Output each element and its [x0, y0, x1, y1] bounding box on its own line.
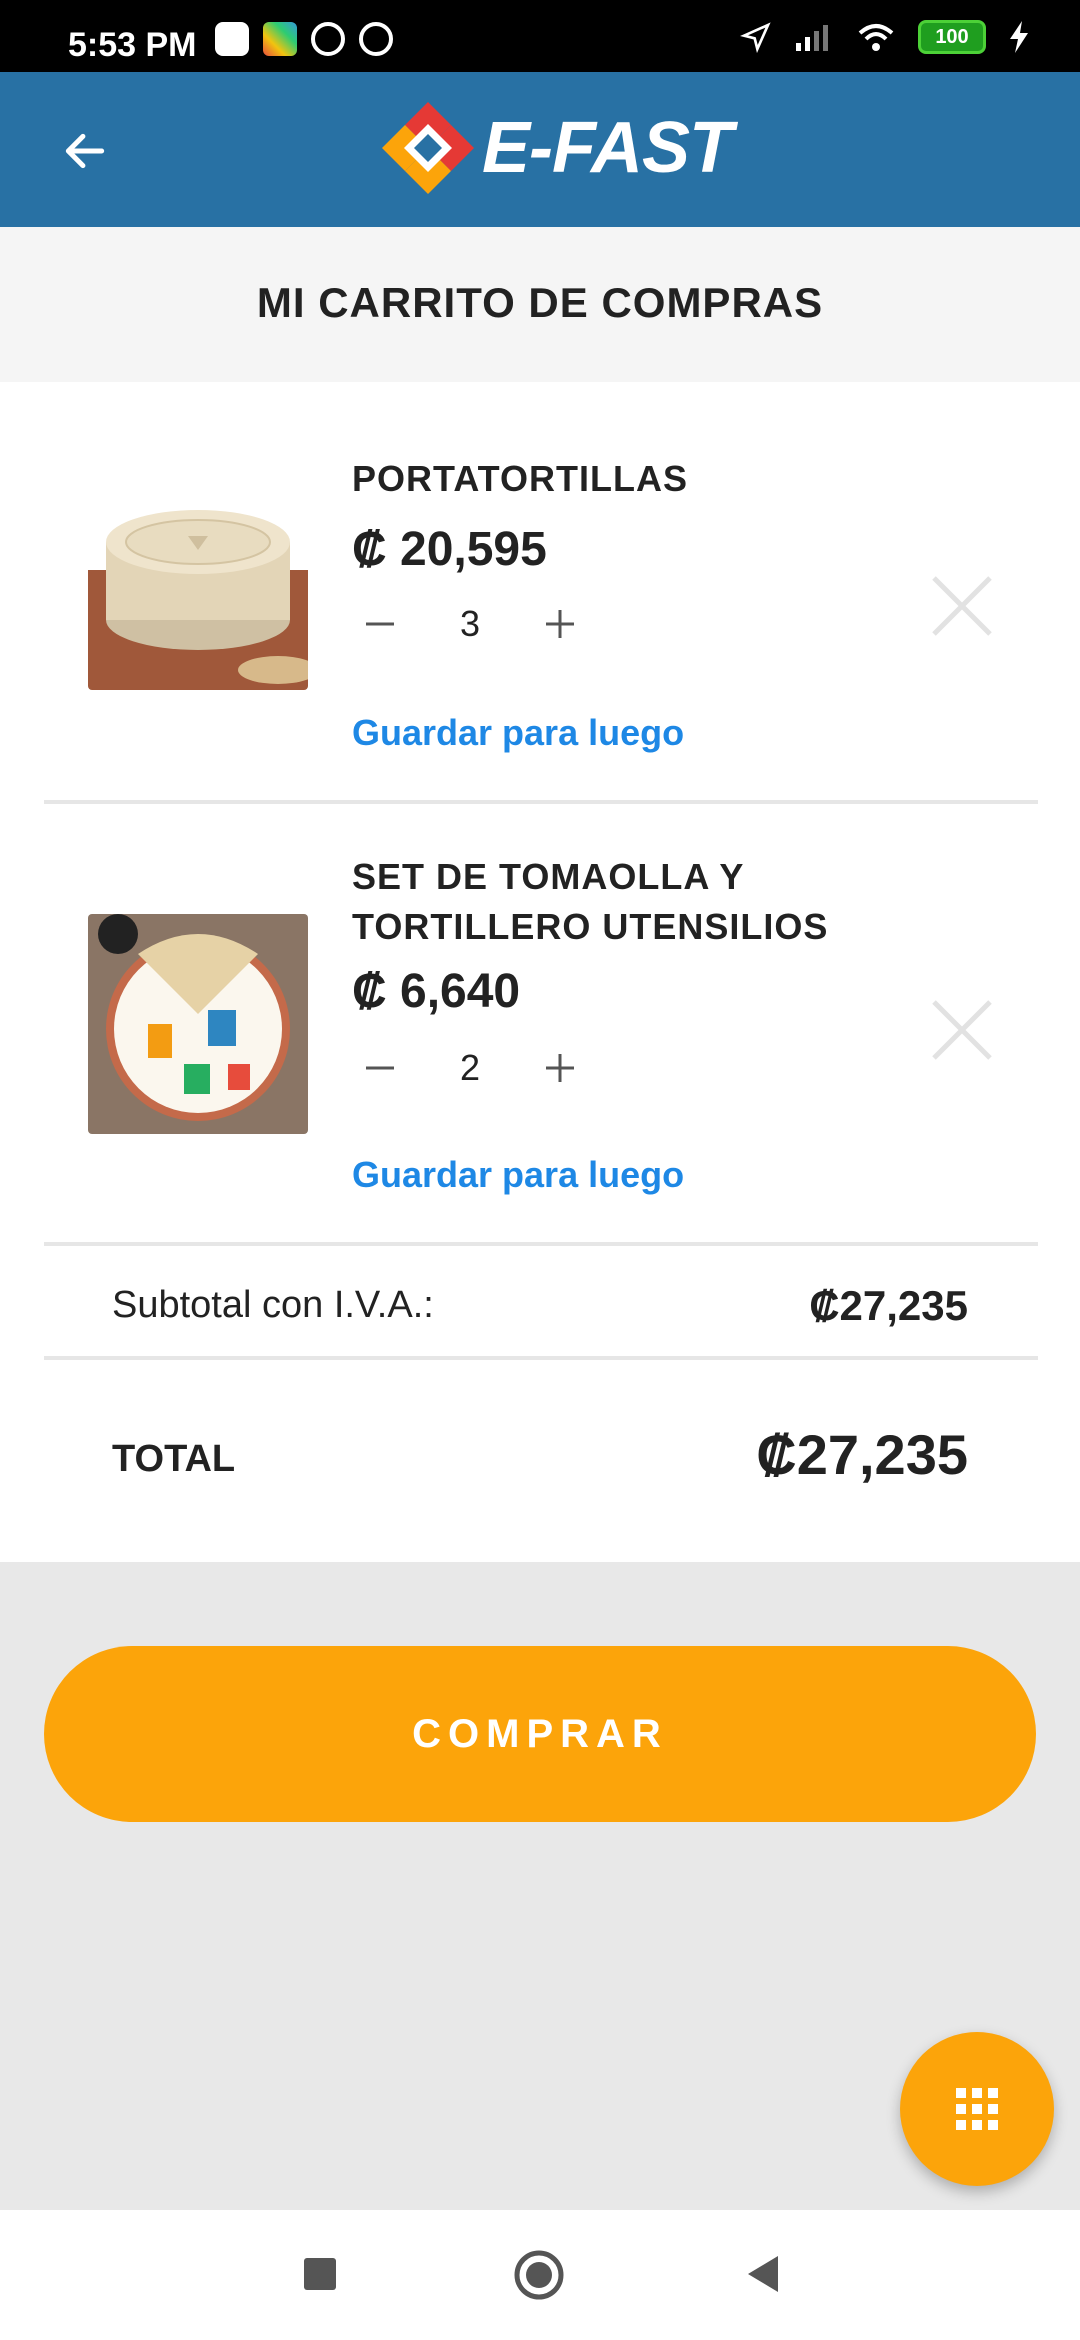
quantity-stepper: 3	[352, 596, 588, 652]
plus-icon	[546, 610, 574, 638]
product-image-portatortillas[interactable]	[88, 470, 308, 690]
logo-text: E-FAST	[482, 108, 733, 188]
status-time: 5:53 PM	[68, 26, 197, 64]
status-right-icons: 100	[740, 20, 1030, 54]
app-icon	[263, 22, 297, 56]
divider	[44, 1242, 1038, 1246]
increase-button[interactable]	[532, 596, 588, 652]
arrow-left-icon[interactable]	[60, 126, 110, 176]
circle-app-icon	[311, 22, 345, 56]
notification-icon	[215, 22, 249, 56]
close-icon	[932, 576, 992, 636]
status-bar: 5:53 PM 100	[0, 0, 1080, 72]
increase-button[interactable]	[532, 1040, 588, 1096]
divider	[44, 1356, 1038, 1360]
cart-item: SET DE TOMAOLLA Y TORTILLERO UTENSILIOS …	[0, 804, 1080, 1624]
minus-icon	[366, 622, 394, 626]
remove-item-button[interactable]	[926, 570, 998, 642]
product-price: ₡ 6,640	[352, 965, 521, 1018]
remove-item-button[interactable]	[926, 994, 998, 1066]
wifi-icon	[858, 24, 894, 51]
decrease-button[interactable]	[352, 1040, 408, 1096]
decrease-button[interactable]	[352, 596, 408, 652]
logo: E-FAST	[382, 102, 733, 194]
save-for-later-link[interactable]: Guardar para luego	[352, 1154, 684, 1196]
close-icon	[932, 1000, 992, 1060]
total-label: TOTAL	[112, 1438, 236, 1480]
buy-button[interactable]: COMPRAR	[44, 1646, 1036, 1822]
status-left-icons	[215, 22, 393, 56]
page-title: MI CARRITO DE COMPRAS	[256, 279, 824, 326]
subtotal-label: Subtotal con I.V.A.:	[112, 1284, 434, 1326]
product-name-line: TORTILLERO UTENSILIOS	[352, 906, 829, 947]
product-name: PORTATORTILLAS	[352, 458, 688, 499]
total-value: ₡27,235	[756, 1423, 968, 1486]
system-nav-bar	[0, 2210, 1080, 2340]
plus-icon	[546, 1054, 574, 1082]
quantity-stepper: 2	[352, 1040, 588, 1096]
product-name-line: SET DE TOMAOLLA Y	[352, 856, 745, 897]
cart-item: PORTATORTILLAS ₡ 20,595 3 Guardar para l…	[0, 382, 1080, 802]
grid-menu-icon	[956, 2088, 998, 2130]
logo-mark-icon	[382, 102, 474, 194]
home-icon[interactable]	[512, 2248, 566, 2302]
cart-panel: PORTATORTILLAS ₡ 20,595 3 Guardar para l…	[0, 382, 1080, 1562]
signal-icon	[796, 25, 828, 51]
minus-icon	[366, 1066, 394, 1070]
back-triangle-icon[interactable]	[742, 2252, 786, 2296]
battery-icon: 100	[918, 20, 986, 54]
menu-fab[interactable]	[900, 2032, 1054, 2186]
product-image-tortillero[interactable]	[88, 914, 308, 1134]
charging-icon	[1010, 21, 1028, 53]
subtotal-value: ₡27,235	[809, 1282, 968, 1329]
location-icon	[740, 22, 771, 53]
quantity-value: 3	[459, 603, 481, 644]
product-name: SET DE TOMAOLLA Y TORTILLERO UTENSILIOS	[352, 852, 828, 952]
app-bar: E-FAST	[0, 72, 1080, 227]
product-price: ₡ 20,595	[352, 523, 547, 576]
quantity-value: 2	[459, 1047, 481, 1088]
save-for-later-link[interactable]: Guardar para luego	[352, 712, 684, 754]
title-bar: MI CARRITO DE COMPRAS	[0, 227, 1080, 382]
recents-icon[interactable]	[300, 2254, 340, 2294]
circle-app-icon	[359, 22, 393, 56]
